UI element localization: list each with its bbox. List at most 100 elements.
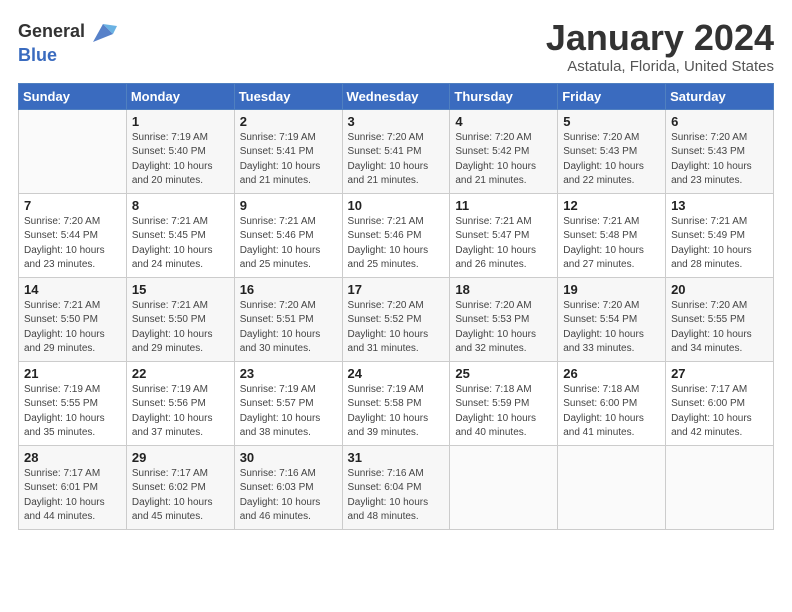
day-info: Sunrise: 7:21 AMSunset: 5:46 PMDaylight:… <box>348 215 445 273</box>
calendar-table: SundayMondayTuesdayWednesdayThursdayFrid… <box>18 83 774 530</box>
day-info: Sunrise: 7:21 AMSunset: 5:48 PMDaylight:… <box>563 215 660 273</box>
day-cell: 21 Sunrise: 7:19 AMSunset: 5:55 PMDayligh… <box>19 361 127 445</box>
day-info: Sunrise: 7:20 AMSunset: 5:55 PMDaylight:… <box>671 299 768 357</box>
day-number: 5 <box>563 114 660 129</box>
day-number: 9 <box>240 198 337 213</box>
day-info: Sunrise: 7:21 AMSunset: 5:46 PMDaylight:… <box>240 215 337 273</box>
day-cell: 1 Sunrise: 7:19 AMSunset: 5:40 PMDaylight… <box>126 109 234 193</box>
week-row-3: 14 Sunrise: 7:21 AMSunset: 5:50 PMDayligh… <box>19 277 774 361</box>
logo: General Blue <box>18 18 117 66</box>
day-number: 1 <box>132 114 229 129</box>
day-cell: 13Sunrise: 7:21 AMSunset: 5:49 PMDayligh… <box>666 193 774 277</box>
day-number: 25 <box>455 366 552 381</box>
header-row: SundayMondayTuesdayWednesdayThursdayFrid… <box>19 83 774 109</box>
day-info: Sunrise: 7:17 AMSunset: 6:01 PMDaylight:… <box>24 467 121 525</box>
week-row-5: 28 Sunrise: 7:17 AMSunset: 6:01 PMDayligh… <box>19 445 774 529</box>
day-info: Sunrise: 7:20 AMSunset: 5:52 PMDaylight:… <box>348 299 445 357</box>
day-number: 7 <box>24 198 121 213</box>
day-info: Sunrise: 7:18 AMSunset: 6:00 PMDaylight:… <box>563 383 660 441</box>
day-number: 23 <box>240 366 337 381</box>
day-info: Sunrise: 7:19 AMSunset: 5:55 PMDaylight:… <box>24 383 121 441</box>
day-info: Sunrise: 7:17 AMSunset: 6:02 PMDaylight:… <box>132 467 229 525</box>
day-number: 17 <box>348 282 445 297</box>
day-cell <box>558 445 666 529</box>
day-number: 11 <box>455 198 552 213</box>
day-number: 10 <box>348 198 445 213</box>
day-info: Sunrise: 7:20 AMSunset: 5:43 PMDaylight:… <box>671 131 768 189</box>
logo-icon <box>89 18 117 46</box>
day-info: Sunrise: 7:21 AMSunset: 5:50 PMDaylight:… <box>132 299 229 357</box>
day-info: Sunrise: 7:19 AMSunset: 5:58 PMDaylight:… <box>348 383 445 441</box>
day-cell: 25 Sunrise: 7:18 AMSunset: 5:59 PMDayligh… <box>450 361 558 445</box>
day-number: 26 <box>563 366 660 381</box>
day-info: Sunrise: 7:20 AMSunset: 5:43 PMDaylight:… <box>563 131 660 189</box>
day-info: Sunrise: 7:18 AMSunset: 5:59 PMDaylight:… <box>455 383 552 441</box>
day-info: Sunrise: 7:19 AMSunset: 5:57 PMDaylight:… <box>240 383 337 441</box>
day-number: 6 <box>671 114 768 129</box>
col-header-saturday: Saturday <box>666 83 774 109</box>
page: General Blue January 2024 Astatula, Flor… <box>0 0 792 612</box>
day-cell: 31 Sunrise: 7:16 AMSunset: 6:04 PMDayligh… <box>342 445 450 529</box>
week-row-1: 1 Sunrise: 7:19 AMSunset: 5:40 PMDaylight… <box>19 109 774 193</box>
day-cell: 19 Sunrise: 7:20 AMSunset: 5:54 PMDayligh… <box>558 277 666 361</box>
day-cell <box>19 109 127 193</box>
day-number: 2 <box>240 114 337 129</box>
header: General Blue January 2024 Astatula, Flor… <box>18 18 774 75</box>
day-cell <box>450 445 558 529</box>
day-number: 12 <box>563 198 660 213</box>
day-cell: 14Sunrise: 7:21 AMSunset: 5:50 PMDayligh… <box>19 277 127 361</box>
day-number: 24 <box>348 366 445 381</box>
day-number: 29 <box>132 450 229 465</box>
day-number: 14 <box>24 282 121 297</box>
day-info: Sunrise: 7:16 AMSunset: 6:04 PMDaylight:… <box>348 467 445 525</box>
week-row-2: 7Sunrise: 7:20 AMSunset: 5:44 PMDaylight… <box>19 193 774 277</box>
day-cell: 30Sunrise: 7:16 AMSunset: 6:03 PMDayligh… <box>234 445 342 529</box>
calendar-title: January 2024 <box>546 18 774 58</box>
day-number: 3 <box>348 114 445 129</box>
day-cell: 16 Sunrise: 7:20 AMSunset: 5:51 PMDayligh… <box>234 277 342 361</box>
day-info: Sunrise: 7:20 AMSunset: 5:53 PMDaylight:… <box>455 299 552 357</box>
day-number: 22 <box>132 366 229 381</box>
day-cell: 27 Sunrise: 7:17 AMSunset: 6:00 PMDayligh… <box>666 361 774 445</box>
day-info: Sunrise: 7:19 AMSunset: 5:40 PMDaylight:… <box>132 131 229 189</box>
day-info: Sunrise: 7:21 AMSunset: 5:45 PMDaylight:… <box>132 215 229 273</box>
day-number: 18 <box>455 282 552 297</box>
day-info: Sunrise: 7:20 AMSunset: 5:42 PMDaylight:… <box>455 131 552 189</box>
col-header-tuesday: Tuesday <box>234 83 342 109</box>
col-header-wednesday: Wednesday <box>342 83 450 109</box>
col-header-thursday: Thursday <box>450 83 558 109</box>
day-cell: 4Sunrise: 7:20 AMSunset: 5:42 PMDaylight… <box>450 109 558 193</box>
day-cell: 6 Sunrise: 7:20 AMSunset: 5:43 PMDaylight… <box>666 109 774 193</box>
day-number: 27 <box>671 366 768 381</box>
day-number: 28 <box>24 450 121 465</box>
day-cell: 15Sunrise: 7:21 AMSunset: 5:50 PMDayligh… <box>126 277 234 361</box>
logo-text: General <box>18 22 85 42</box>
day-info: Sunrise: 7:19 AMSunset: 5:56 PMDaylight:… <box>132 383 229 441</box>
calendar-subtitle: Astatula, Florida, United States <box>546 58 774 75</box>
day-number: 31 <box>348 450 445 465</box>
day-number: 21 <box>24 366 121 381</box>
day-number: 19 <box>563 282 660 297</box>
day-number: 30 <box>240 450 337 465</box>
day-number: 20 <box>671 282 768 297</box>
col-header-friday: Friday <box>558 83 666 109</box>
day-info: Sunrise: 7:17 AMSunset: 6:00 PMDaylight:… <box>671 383 768 441</box>
day-cell: 8Sunrise: 7:21 AMSunset: 5:45 PMDaylight… <box>126 193 234 277</box>
day-cell: 29 Sunrise: 7:17 AMSunset: 6:02 PMDayligh… <box>126 445 234 529</box>
day-cell: 7Sunrise: 7:20 AMSunset: 5:44 PMDaylight… <box>19 193 127 277</box>
day-number: 16 <box>240 282 337 297</box>
day-cell: 2 Sunrise: 7:19 AMSunset: 5:41 PMDaylight… <box>234 109 342 193</box>
day-cell: 10 Sunrise: 7:21 AMSunset: 5:46 PMDayligh… <box>342 193 450 277</box>
day-cell: 28 Sunrise: 7:17 AMSunset: 6:01 PMDayligh… <box>19 445 127 529</box>
day-info: Sunrise: 7:21 AMSunset: 5:47 PMDaylight:… <box>455 215 552 273</box>
title-block: January 2024 Astatula, Florida, United S… <box>546 18 774 75</box>
day-cell: 5 Sunrise: 7:20 AMSunset: 5:43 PMDaylight… <box>558 109 666 193</box>
day-cell: 11 Sunrise: 7:21 AMSunset: 5:47 PMDayligh… <box>450 193 558 277</box>
day-cell: 26 Sunrise: 7:18 AMSunset: 6:00 PMDayligh… <box>558 361 666 445</box>
col-header-sunday: Sunday <box>19 83 127 109</box>
day-info: Sunrise: 7:19 AMSunset: 5:41 PMDaylight:… <box>240 131 337 189</box>
day-info: Sunrise: 7:20 AMSunset: 5:54 PMDaylight:… <box>563 299 660 357</box>
day-cell: 24 Sunrise: 7:19 AMSunset: 5:58 PMDayligh… <box>342 361 450 445</box>
day-info: Sunrise: 7:20 AMSunset: 5:51 PMDaylight:… <box>240 299 337 357</box>
day-number: 13 <box>671 198 768 213</box>
